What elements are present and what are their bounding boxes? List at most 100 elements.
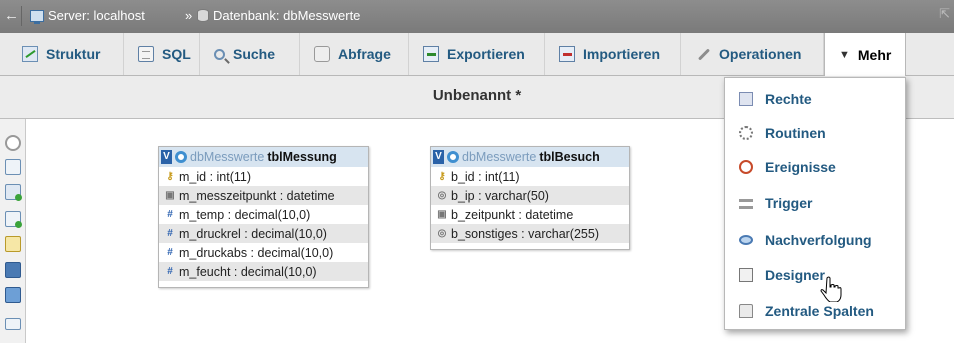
- delete-page-icon[interactable]: [5, 318, 21, 330]
- table-column-row[interactable]: # m_druckrel : decimal(10,0): [159, 224, 368, 243]
- table-column-row[interactable]: ⚷ m_id : int(11): [159, 167, 368, 186]
- column-text: m_temp : decimal(10,0): [179, 207, 311, 222]
- menu-item-designer[interactable]: Designer: [725, 258, 905, 292]
- more-dropdown-menu: Rechte Routinen Ereignisse Trigger Nachv…: [724, 77, 906, 330]
- calendar-icon: ▣: [437, 209, 447, 220]
- breadcrumb-server[interactable]: Server: localhost: [30, 8, 145, 24]
- table-db-name: dbMesswerte: [462, 150, 537, 164]
- tab-label: Struktur: [46, 46, 101, 62]
- table-checkbox[interactable]: V: [433, 150, 444, 164]
- trigger-icon: [739, 199, 753, 209]
- column-text: m_druckabs : decimal(10,0): [179, 245, 334, 260]
- database-icon: [197, 9, 209, 22]
- table-column-row[interactable]: ⚷ b_id : int(11): [431, 167, 629, 186]
- toggle-menu-icon[interactable]: [5, 135, 21, 151]
- routines-icon: [739, 126, 753, 140]
- tab-struktur[interactable]: Struktur: [8, 33, 124, 75]
- column-text: b_sonstiges : varchar(255): [451, 226, 599, 241]
- new-page-icon[interactable]: [5, 211, 22, 228]
- table-header[interactable]: V dbMesswerte tblMessung: [159, 147, 368, 167]
- tab-label: Exportieren: [447, 46, 525, 62]
- tab-label: Importieren: [583, 46, 661, 62]
- table-column-row[interactable]: # m_feucht : decimal(10,0): [159, 262, 368, 281]
- table-column-row[interactable]: ▣ m_messzeitpunkt : datetime: [159, 186, 368, 205]
- menu-item-ereignisse[interactable]: Ereignisse: [725, 150, 905, 184]
- menu-item-label: Routinen: [765, 125, 826, 141]
- query-icon: [314, 46, 330, 62]
- designer-table-tblmessung[interactable]: V dbMesswerte tblMessung ⚷ m_id : int(11)…: [158, 146, 369, 288]
- column-text: b_ip : varchar(50): [451, 188, 549, 203]
- server-icon: [30, 9, 44, 24]
- tab-operationen[interactable]: Operationen: [681, 33, 824, 75]
- breadcrumb-separator: »: [185, 8, 193, 23]
- table-name: tblMessung: [267, 150, 337, 164]
- table-header[interactable]: V dbMesswerte tblBesuch: [431, 147, 629, 167]
- column-text: b_id : int(11): [451, 169, 520, 184]
- table-column-row[interactable]: # m_druckabs : decimal(10,0): [159, 243, 368, 262]
- import-icon: [559, 46, 575, 62]
- main-tabs: Struktur SQL Suche Abfrage Exportieren I…: [0, 33, 954, 76]
- breadcrumb-server-label[interactable]: Server: localhost: [48, 8, 145, 23]
- menu-item-label: Rechte: [765, 91, 812, 107]
- edit-page-icon[interactable]: [5, 236, 21, 252]
- menu-item-zentrale-spalten[interactable]: Zentrale Spalten: [725, 294, 905, 328]
- search-icon: [214, 48, 225, 60]
- tab-label: Abfrage: [338, 46, 391, 62]
- wrench-icon: [695, 46, 711, 62]
- table-column-row[interactable]: ◎ b_sonstiges : varchar(255): [431, 224, 629, 243]
- column-text: m_feucht : decimal(10,0): [179, 264, 317, 279]
- hash-icon: #: [167, 266, 173, 277]
- save-as-icon[interactable]: [5, 287, 21, 303]
- save-icon[interactable]: [5, 262, 21, 278]
- back-arrow-icon[interactable]: ←: [4, 6, 22, 26]
- tab-exportieren[interactable]: Exportieren: [409, 33, 545, 75]
- table-column-row[interactable]: ▣ b_zeitpunkt : datetime: [431, 205, 629, 224]
- breadcrumb-database[interactable]: Datenbank: dbMesswerte: [197, 8, 360, 23]
- table-checkbox[interactable]: V: [161, 150, 172, 164]
- column-text: m_id : int(11): [179, 169, 252, 184]
- designer-table-tblbesuch[interactable]: V dbMesswerte tblBesuch ⚷ b_id : int(11) …: [430, 146, 630, 250]
- designer-icon: [739, 268, 753, 282]
- tab-suche[interactable]: Suche: [200, 33, 300, 75]
- add-table-icon[interactable]: [5, 184, 22, 201]
- designer-toolbar: [0, 119, 26, 343]
- key-icon: ⚷: [166, 171, 174, 182]
- table-db-name: dbMesswerte: [190, 150, 265, 164]
- tab-mehr[interactable]: ▼ Mehr: [824, 33, 906, 76]
- hash-icon: #: [167, 247, 173, 258]
- breadcrumb-database-label[interactable]: Datenbank: dbMesswerte: [213, 8, 360, 23]
- menu-item-nachverfolgung[interactable]: Nachverfolgung: [725, 223, 905, 257]
- caret-down-icon: ▼: [839, 48, 850, 61]
- table-column-row[interactable]: ◎ b_ip : varchar(50): [431, 186, 629, 205]
- fullscreen-icon[interactable]: [5, 159, 21, 175]
- menu-item-routinen[interactable]: Routinen: [725, 116, 905, 150]
- table-column-row[interactable]: # m_temp : decimal(10,0): [159, 205, 368, 224]
- column-text: m_druckrel : decimal(10,0): [179, 226, 327, 241]
- table-name: tblBesuch: [539, 150, 600, 164]
- menu-item-label: Designer: [765, 267, 825, 283]
- menu-item-trigger[interactable]: Trigger: [725, 186, 905, 220]
- tab-label: Mehr: [857, 46, 892, 63]
- tab-label: SQL: [162, 46, 191, 62]
- export-icon: [423, 46, 439, 62]
- central-columns-icon: [739, 304, 753, 318]
- tab-abfrage[interactable]: Abfrage: [300, 33, 409, 75]
- tab-sql[interactable]: SQL: [124, 33, 200, 75]
- tab-label: Suche: [233, 46, 276, 62]
- clock-icon: [739, 160, 753, 174]
- tab-importieren[interactable]: Importieren: [545, 33, 681, 75]
- gear-icon[interactable]: [447, 151, 459, 163]
- menu-item-label: Trigger: [765, 195, 813, 211]
- menu-item-label: Ereignisse: [765, 159, 836, 175]
- users-icon: [739, 92, 753, 106]
- menu-item-label: Zentrale Spalten: [765, 303, 874, 319]
- column-text: m_messzeitpunkt : datetime: [179, 188, 335, 203]
- collapse-icon[interactable]: ⇱: [939, 6, 950, 22]
- gear-icon[interactable]: [175, 151, 187, 163]
- string-icon: ◎: [437, 228, 447, 239]
- tab-label: Operationen: [719, 46, 802, 62]
- menu-item-rechte[interactable]: Rechte: [725, 82, 905, 116]
- key-icon: ⚷: [438, 171, 446, 182]
- hash-icon: #: [167, 209, 173, 220]
- calendar-icon: ▣: [165, 190, 175, 201]
